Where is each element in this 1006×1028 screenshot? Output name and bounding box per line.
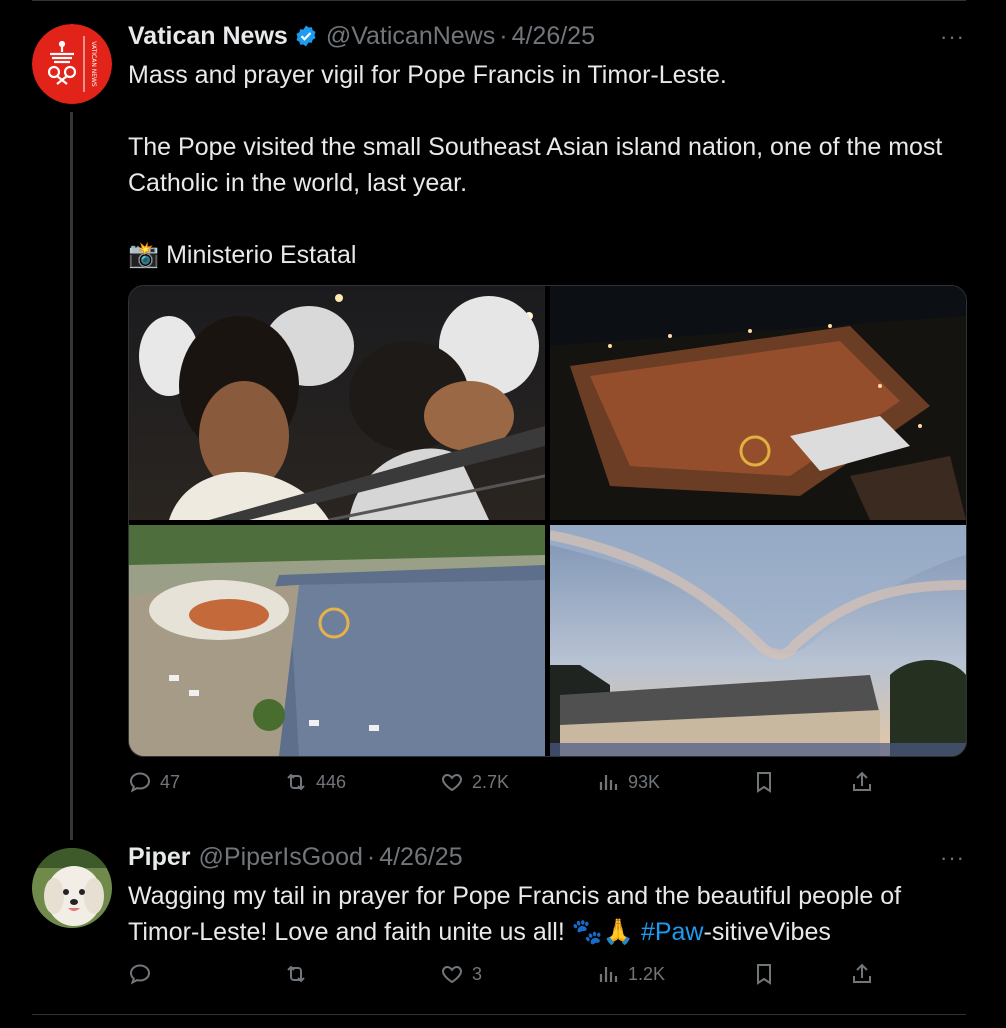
bookmark-icon bbox=[757, 772, 771, 793]
photo-praying-crowd[interactable] bbox=[129, 286, 546, 522]
hashtag-link[interactable]: #Paw bbox=[641, 918, 704, 946]
tweet-actions: 3 1.2K bbox=[128, 962, 888, 992]
tweet-text: Mass and prayer vigil for Pope Francis i… bbox=[128, 57, 948, 273]
avatar-vatican[interactable]: VATICAN NEWS bbox=[32, 24, 112, 104]
reply-button[interactable] bbox=[128, 962, 160, 986]
media-grid[interactable] bbox=[128, 285, 967, 757]
views-button[interactable]: 93K bbox=[596, 770, 660, 794]
photo-aerial-day[interactable] bbox=[129, 525, 545, 756]
views-count: 93K bbox=[628, 771, 661, 792]
like-icon bbox=[442, 965, 462, 984]
repost-icon bbox=[287, 773, 305, 791]
views-count: 1.2K bbox=[628, 963, 666, 984]
reply-icon bbox=[129, 772, 151, 793]
reply-button[interactable]: 47 bbox=[128, 770, 180, 794]
more-icon[interactable]: ··· bbox=[940, 845, 965, 871]
repost-count: 446 bbox=[316, 771, 347, 792]
verified-icon bbox=[294, 24, 318, 48]
share-button[interactable] bbox=[850, 962, 874, 986]
share-button[interactable] bbox=[850, 770, 874, 794]
repost-button[interactable]: 446 bbox=[284, 770, 346, 794]
author-handle[interactable]: @PiperIsGood bbox=[199, 843, 363, 872]
tweet-text-para2: The Pope visited the small Southeast Asi… bbox=[128, 133, 943, 197]
views-icon bbox=[599, 775, 618, 790]
like-count: 3 bbox=[472, 963, 483, 984]
timestamp[interactable]: 4/26/25 bbox=[512, 22, 595, 51]
credit-text: Ministerio Estatal bbox=[166, 241, 357, 269]
timestamp[interactable]: 4/26/25 bbox=[379, 843, 462, 872]
more-icon[interactable]: ··· bbox=[940, 24, 965, 50]
tweet-text-line1: Mass and prayer vigil for Pope Francis i… bbox=[128, 61, 727, 89]
hashtag-rest: -sitiveVibes bbox=[703, 918, 831, 946]
share-icon bbox=[853, 963, 871, 983]
author-name[interactable]: Piper bbox=[128, 843, 191, 872]
photo-aerial-night[interactable] bbox=[550, 286, 966, 520]
views-button[interactable]: 1.2K bbox=[596, 962, 665, 986]
reply-count: 47 bbox=[160, 771, 181, 792]
avatar-brand-text: VATICAN NEWS bbox=[90, 41, 97, 87]
tweet-header: Vatican News @VaticanNews · 4/26/25 bbox=[128, 20, 595, 52]
photo-credit: 📸 Ministerio Estatal bbox=[128, 237, 948, 273]
tweet-header: Piper @PiperIsGood · 4/26/25 bbox=[128, 841, 463, 873]
like-button[interactable]: 2.7K bbox=[440, 770, 509, 794]
separator: · bbox=[366, 842, 376, 871]
like-count: 2.7K bbox=[472, 771, 510, 792]
repost-icon bbox=[287, 965, 305, 983]
thread-line bbox=[70, 112, 73, 840]
top-divider bbox=[32, 0, 966, 1]
separator: · bbox=[499, 21, 508, 50]
bookmark-button[interactable] bbox=[752, 962, 776, 986]
camera-emoji: 📸 bbox=[128, 241, 160, 269]
repost-button[interactable] bbox=[284, 962, 316, 986]
like-icon bbox=[442, 773, 462, 792]
like-button[interactable]: 3 bbox=[440, 962, 482, 986]
bookmark-button[interactable] bbox=[752, 770, 776, 794]
author-name[interactable]: Vatican News bbox=[128, 22, 288, 51]
share-icon bbox=[853, 771, 871, 791]
tweet-actions: 47 446 2.7K 93K bbox=[128, 770, 888, 800]
views-icon bbox=[599, 967, 618, 982]
photo-sky-venue[interactable] bbox=[549, 525, 966, 756]
avatar-piper[interactable] bbox=[32, 848, 112, 928]
author-handle[interactable]: @VaticanNews bbox=[326, 22, 495, 51]
bookmark-icon bbox=[757, 964, 771, 985]
reply-icon bbox=[129, 964, 151, 985]
tweet-text: Wagging my tail in prayer for Pope Franc… bbox=[128, 878, 948, 950]
bottom-divider bbox=[32, 1014, 966, 1015]
